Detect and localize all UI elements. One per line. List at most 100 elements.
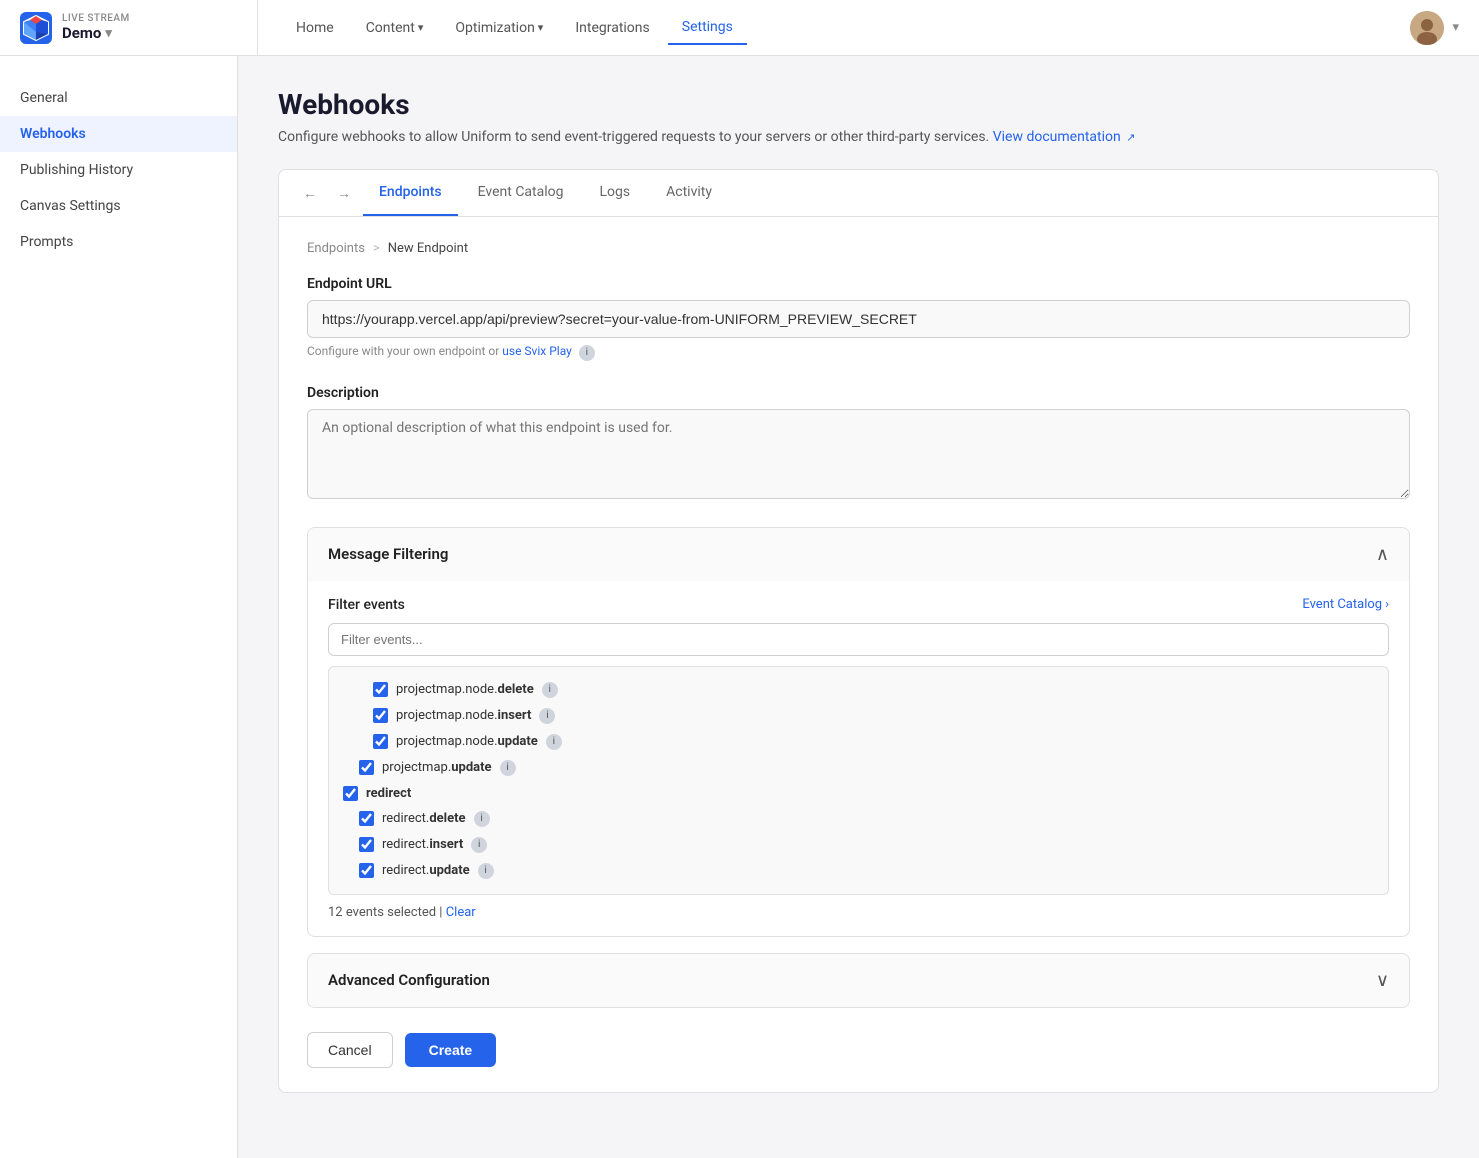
list-item: projectmap.update i	[343, 755, 1374, 781]
live-stream-label: LIVE STREAM	[62, 13, 130, 24]
event-name-redirect-delete: redirect.delete	[382, 811, 466, 826]
demo-chevron-icon[interactable]: ▾	[105, 26, 112, 41]
collapse-icon: ∧	[1376, 544, 1389, 565]
breadcrumb-separator: >	[373, 241, 380, 256]
event-checkbox-projectmap-node-insert[interactable]	[373, 708, 388, 723]
event-checkbox-redirect[interactable]	[343, 786, 358, 801]
breadcrumb: Endpoints > New Endpoint	[307, 241, 1410, 256]
event-name-projectmap-node-delete: projectmap.node.delete	[396, 682, 534, 697]
user-avatar[interactable]	[1410, 11, 1444, 45]
advanced-configuration-header[interactable]: Advanced Configuration ∨	[308, 954, 1409, 1007]
svix-info-icon[interactable]: i	[579, 345, 595, 361]
page-title: Webhooks	[278, 88, 1439, 121]
nav-links: Home Content ▾ Optimization ▾ Integratio…	[258, 11, 1410, 45]
nav-home[interactable]: Home	[282, 12, 348, 44]
event-name-redirect: redirect	[366, 786, 411, 801]
tabs-bar: ← → Endpoints Event Catalog Logs Activit…	[279, 170, 1438, 217]
app-layout: General Webhooks Publishing History Canv…	[0, 56, 1479, 1158]
sidebar-item-prompts[interactable]: Prompts	[0, 224, 237, 260]
list-item: projectmap.node.insert i	[343, 703, 1374, 729]
event-info-icon[interactable]: i	[474, 811, 490, 827]
description-input[interactable]	[307, 409, 1410, 499]
event-info-icon[interactable]: i	[539, 708, 555, 724]
advanced-configuration-title: Advanced Configuration	[328, 971, 490, 989]
nav-content[interactable]: Content ▾	[352, 12, 438, 44]
nav-optimization[interactable]: Optimization ▾	[441, 12, 557, 44]
event-catalog-chevron-icon: ›	[1385, 597, 1389, 612]
event-info-icon[interactable]: i	[500, 760, 516, 776]
breadcrumb-parent-link[interactable]: Endpoints	[307, 241, 365, 256]
top-nav: LIVE STREAM Demo ▾ Home Content ▾ Optimi…	[0, 0, 1479, 56]
message-filtering-title: Message Filtering	[328, 545, 448, 563]
card-body: Endpoints > New Endpoint Endpoint URL Co…	[279, 217, 1438, 1092]
endpoint-url-input[interactable]	[307, 300, 1410, 338]
list-item: redirect.update i	[343, 858, 1374, 884]
logo-area: LIVE STREAM Demo ▾	[20, 0, 258, 55]
event-info-icon[interactable]: i	[546, 734, 562, 750]
nav-settings[interactable]: Settings	[668, 11, 747, 45]
breadcrumb-current: New Endpoint	[388, 241, 468, 256]
optimization-chevron-icon: ▾	[538, 21, 544, 34]
event-name-redirect-update: redirect.update	[382, 863, 470, 878]
tab-prev-button[interactable]: ←	[295, 171, 325, 215]
list-item: redirect.delete i	[343, 806, 1374, 832]
event-info-icon[interactable]: i	[471, 837, 487, 853]
webhooks-card: ← → Endpoints Event Catalog Logs Activit…	[278, 169, 1439, 1093]
user-chevron-icon[interactable]: ▾	[1452, 20, 1459, 35]
tab-activity[interactable]: Activity	[650, 170, 728, 216]
events-list: projectmap.node.delete i projectmap.node…	[328, 666, 1389, 895]
list-item: projectmap.node.update i	[343, 729, 1374, 755]
page-subtitle: Configure webhooks to allow Uniform to s…	[278, 129, 1439, 145]
event-checkbox-projectmap-update[interactable]	[359, 760, 374, 775]
event-checkbox-redirect-delete[interactable]	[359, 811, 374, 826]
endpoint-hint: Configure with your own endpoint or use …	[307, 344, 1410, 361]
event-checkbox-redirect-update[interactable]	[359, 863, 374, 878]
events-summary: 12 events selected | Clear	[328, 905, 1389, 920]
view-documentation-link[interactable]: View documentation ↗	[993, 129, 1136, 145]
event-checkbox-projectmap-node-delete[interactable]	[373, 682, 388, 697]
external-link-icon: ↗	[1126, 131, 1135, 144]
nav-right: ▾	[1410, 11, 1459, 45]
event-name-projectmap-node-insert: projectmap.node.insert	[396, 708, 531, 723]
logo-icon	[20, 12, 52, 44]
event-info-icon[interactable]: i	[478, 863, 494, 879]
event-name-projectmap-node-update: projectmap.node.update	[396, 734, 538, 749]
sidebar: General Webhooks Publishing History Canv…	[0, 56, 238, 1158]
form-actions: Cancel Create	[307, 1032, 1410, 1068]
filter-events-input[interactable]	[328, 623, 1389, 656]
description-label: Description	[307, 385, 1410, 401]
svix-play-link[interactable]: use Svix Play	[502, 344, 575, 358]
sidebar-item-publishing-history[interactable]: Publishing History	[0, 152, 237, 188]
event-catalog-link[interactable]: Event Catalog ›	[1302, 597, 1389, 612]
event-info-icon[interactable]: i	[542, 682, 558, 698]
description-section: Description	[307, 385, 1410, 503]
endpoint-url-section: Endpoint URL Configure with your own end…	[307, 276, 1410, 361]
event-name-projectmap-update: projectmap.update	[382, 760, 492, 775]
event-checkbox-projectmap-node-update[interactable]	[373, 734, 388, 749]
message-filtering-body: Filter events Event Catalog › proje	[308, 581, 1409, 936]
advanced-configuration-section: Advanced Configuration ∨	[307, 953, 1410, 1008]
list-item: projectmap.node.delete i	[343, 677, 1374, 703]
main-content: Webhooks Configure webhooks to allow Uni…	[238, 56, 1479, 1158]
tab-event-catalog[interactable]: Event Catalog	[462, 170, 580, 216]
sidebar-item-webhooks[interactable]: Webhooks	[0, 116, 237, 152]
event-checkbox-redirect-insert[interactable]	[359, 837, 374, 852]
cancel-button[interactable]: Cancel	[307, 1032, 393, 1068]
sidebar-item-canvas-settings[interactable]: Canvas Settings	[0, 188, 237, 224]
event-name-redirect-insert: redirect.insert	[382, 837, 463, 852]
avatar-image	[1410, 11, 1444, 45]
create-button[interactable]: Create	[405, 1033, 497, 1067]
message-filtering-header[interactable]: Message Filtering ∧	[308, 528, 1409, 581]
tab-endpoints[interactable]: Endpoints	[363, 170, 458, 216]
clear-link[interactable]: Clear	[446, 905, 476, 920]
list-item: redirect	[343, 781, 1374, 806]
tab-logs[interactable]: Logs	[584, 170, 647, 216]
nav-integrations[interactable]: Integrations	[561, 12, 663, 44]
expand-icon: ∨	[1376, 970, 1389, 991]
content-chevron-icon: ▾	[418, 21, 424, 34]
logo-text: LIVE STREAM Demo ▾	[62, 13, 130, 42]
tab-next-button[interactable]: →	[329, 171, 359, 215]
filter-events-label: Filter events	[328, 597, 405, 613]
endpoint-url-label: Endpoint URL	[307, 276, 1410, 292]
sidebar-item-general[interactable]: General	[0, 80, 237, 116]
